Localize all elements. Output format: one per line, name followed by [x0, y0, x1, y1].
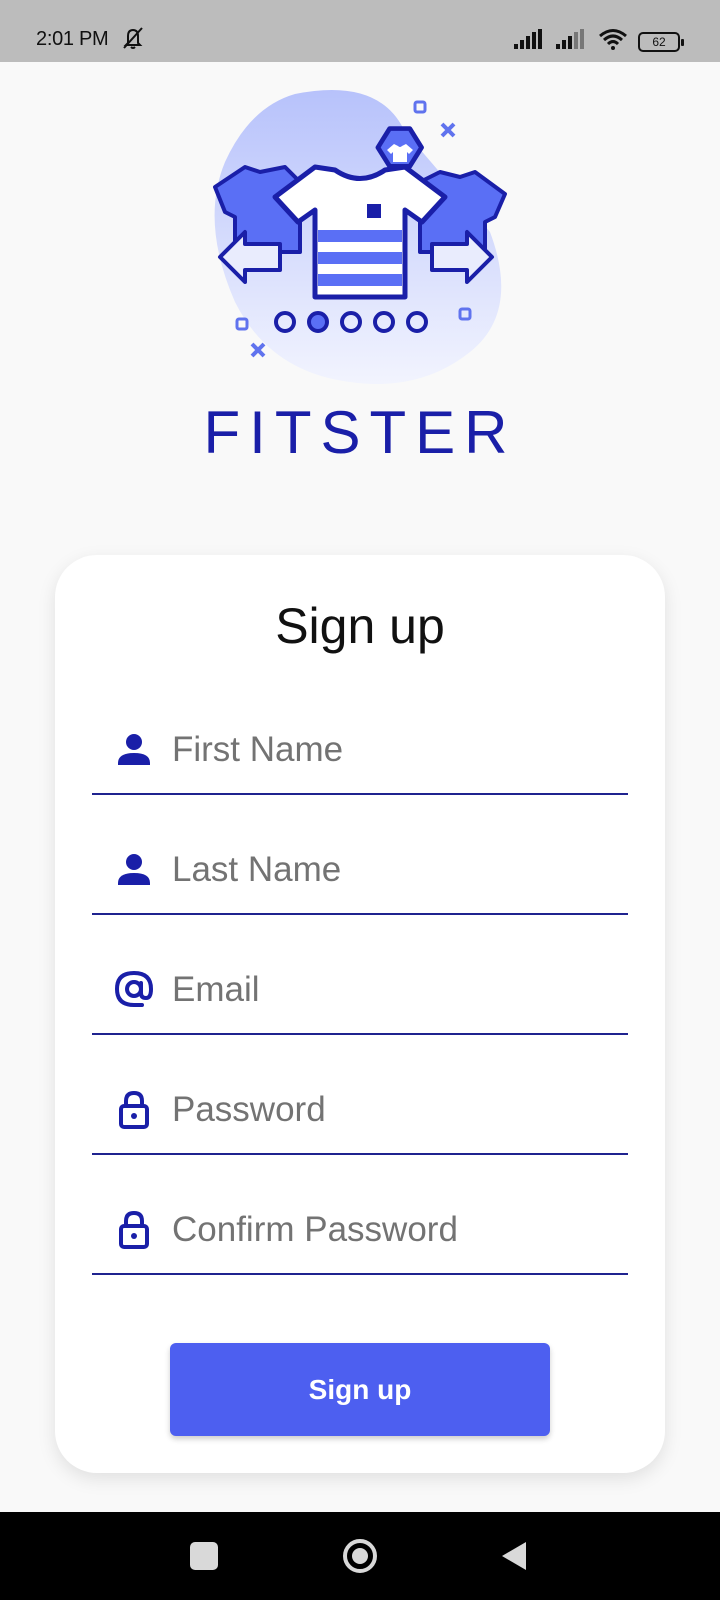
- battery-indicator: 62: [638, 31, 684, 52]
- at-icon: [114, 969, 154, 1009]
- signup-title: Sign up: [275, 598, 445, 654]
- mute-notification-icon: [120, 26, 146, 55]
- person-icon: [114, 729, 154, 769]
- first-name-input[interactable]: [172, 715, 612, 785]
- navigation-bar: [0, 1512, 720, 1600]
- person-icon: [114, 849, 154, 889]
- lock-icon: [114, 1089, 154, 1129]
- home-button[interactable]: [342, 1538, 378, 1579]
- status-time: 2:01 PM: [36, 28, 109, 50]
- last-name-field: [92, 805, 628, 915]
- recents-button[interactable]: [190, 1542, 218, 1570]
- first-name-field: [92, 685, 628, 795]
- signup-card: Sign up First Name Last Name Email Sign …: [55, 555, 665, 1473]
- email-field: [92, 925, 628, 1035]
- confirm-password-field: [92, 1165, 628, 1275]
- wifi-icon: [598, 28, 628, 55]
- lock-icon: [114, 1209, 154, 1249]
- password-field: [92, 1045, 628, 1155]
- confirm-password-input[interactable]: [172, 1195, 612, 1265]
- last-name-input[interactable]: [172, 835, 612, 905]
- signal-secondary-icon: [556, 29, 588, 54]
- password-input[interactable]: [172, 1075, 612, 1145]
- brand-name: FITSTER: [203, 399, 517, 466]
- signal-icon: [514, 29, 546, 54]
- email-input[interactable]: [172, 955, 612, 1025]
- signup-button[interactable]: Sign up: [170, 1343, 550, 1436]
- status-bar: 2:01 PM 62: [0, 0, 720, 62]
- back-button[interactable]: [500, 1540, 528, 1577]
